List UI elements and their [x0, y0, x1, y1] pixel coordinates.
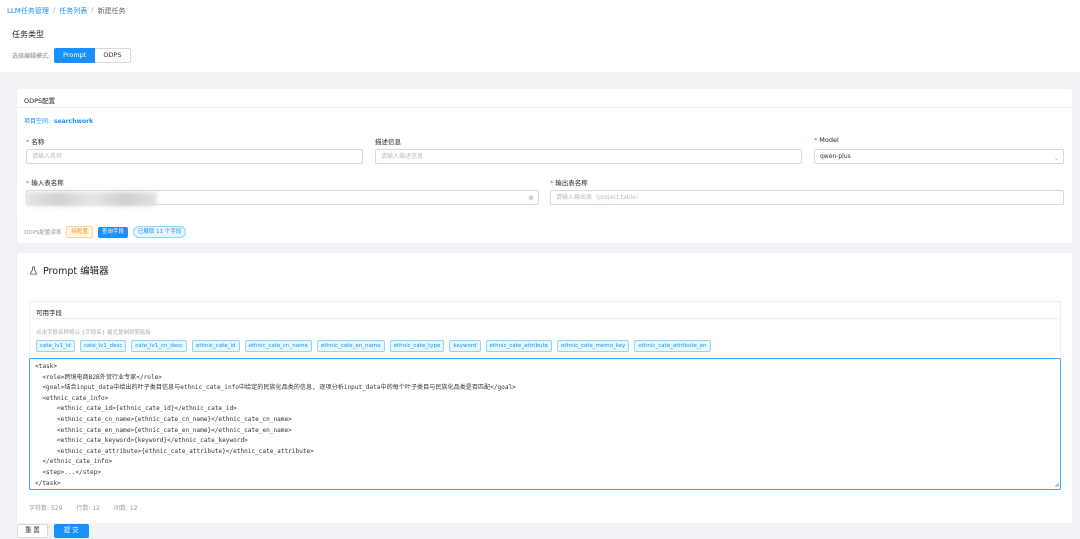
odps-config-card: ODPS配置 项目空间: searchwork * 名称 请输入名称 描述信息 请输… [17, 89, 1072, 243]
header-panel: LLM任务管理 / 任务列表 / 新建任务 任务类型 选择编辑模式: Promp… [0, 0, 1080, 72]
description-input[interactable]: 请输入描述信息 [375, 149, 802, 164]
field-chip-list: cate_lv1_id cate_lv1_desc cate_lv1_cn_de… [36, 340, 711, 352]
odps-status-label: ODPS配置读表 [24, 230, 62, 236]
odps-status-row: ODPS配置读表 待配置 查询字段 已展取 11 个字段 [24, 226, 187, 238]
mode-odps-button[interactable]: ODPS [95, 48, 131, 63]
field-chip[interactable]: keyword [449, 340, 481, 352]
code-line: </ethnic_cate_info> [35, 458, 113, 466]
model-select[interactable]: qwen-plus ⌄ [814, 149, 1064, 164]
code-line: <step>...</step> [35, 468, 102, 476]
form-actions: 重 置 提 交 [17, 524, 89, 538]
model-label: * Model [814, 136, 839, 144]
status-badge: 待配置 [66, 226, 93, 238]
field-chip[interactable]: cate_lv1_desc [79, 340, 127, 352]
project-space-value: searchwork [54, 118, 94, 125]
available-fields-title: 可用字段 [36, 309, 62, 317]
project-space-label: 项目空间: [24, 118, 51, 125]
description-label: 描述信息 [375, 138, 401, 146]
chevron-down-icon: ⌄ [1053, 155, 1059, 162]
code-line: <goal>结合input_data中给出的叶子类目信息与ethnic_cate… [35, 384, 516, 392]
edit-mode-segmented: Prompt ODPS [54, 48, 131, 63]
field-chip[interactable]: ethnic_cate_cn_name [244, 340, 312, 352]
field-chip[interactable]: ethnic_cate_memo_key [557, 340, 630, 352]
output-table-input[interactable]: 请输入输出表（project.table） [550, 190, 1064, 205]
breadcrumb-task-list[interactable]: 任务列表 [59, 6, 87, 16]
char-count: 字符数: 529 [29, 505, 63, 512]
mode-prompt-button[interactable]: Prompt [54, 48, 96, 63]
code-line: <ethnic_cate_keyword>{keyword}</ethnic_c… [35, 437, 248, 445]
odps-card-title: ODPS配置 [24, 97, 56, 105]
field-chip[interactable]: cate_lv1_cn_desc [131, 340, 187, 352]
prompt-editor-title: Prompt 编辑器 [43, 266, 109, 277]
field-chip[interactable]: cate_lv1_id [36, 340, 75, 352]
code-line: <ethnic_cate_en_name>{ethnic_cate_en_nam… [35, 426, 292, 434]
divider [17, 107, 1072, 108]
name-label: * 名称 [26, 138, 45, 146]
breadcrumb-separator: / [52, 6, 56, 14]
code-line: <ethnic_cate_id>{ethnic_cate_id}</ethnic… [35, 405, 237, 413]
row-count: 间数: 12 [113, 505, 138, 512]
submit-button[interactable]: 提 交 [53, 524, 89, 538]
edit-mode-label: 选择编辑模式: [12, 53, 51, 60]
code-line: <ethnic_cate_cn_name>{ethnic_cate_cn_nam… [35, 415, 292, 423]
breadcrumb: LLM任务管理 / 任务列表 / 新建任务 [7, 6, 126, 16]
field-chip[interactable]: ethnic_cate_type [389, 340, 445, 352]
redacted-input-value [26, 192, 157, 206]
name-input[interactable]: 请输入名称 [26, 149, 363, 164]
fields-loaded-badge: 已展取 11 个字段 [132, 226, 187, 238]
prompt-editor-header: Prompt 编辑器 [29, 263, 109, 277]
code-line: <ethnic_cate_attribute>{ethnic_cate_attr… [35, 447, 314, 455]
code-line: </task> [35, 479, 61, 487]
field-chip[interactable]: ethnic_cate_en_name [316, 340, 385, 352]
code-line: <ethnic_cate_info> [35, 394, 109, 402]
divider [30, 318, 1060, 319]
field-chip[interactable]: ethnic_cate_id [191, 340, 240, 352]
breadcrumb-current: 新建任务 [97, 7, 126, 15]
prompt-editor-card: Prompt 编辑器 可用字段 点击字段名称将以 {字段名} 格式复制到剪贴板 … [17, 253, 1072, 523]
clear-icon[interactable]: ⊗ [528, 192, 534, 204]
edit-mode-row: 选择编辑模式: Prompt ODPS [12, 48, 131, 63]
reset-button[interactable]: 重 置 [17, 524, 48, 538]
line-count: 行数: 12 [76, 505, 100, 512]
input-table-label: * 输入表名称 [26, 179, 64, 187]
field-chip[interactable]: ethnic_cate_attribute [485, 340, 553, 352]
flask-icon [29, 265, 38, 275]
breadcrumb-separator: / [91, 6, 94, 14]
available-fields-hint: 点击字段名称将以 {字段名} 格式复制到剪贴板 [36, 330, 151, 336]
model-value: qwen-plus [820, 153, 851, 160]
output-table-label: * 输出表名称 [550, 179, 588, 187]
page-title: 任务类型 [12, 30, 44, 39]
editor-stats: 字符数: 529 行数: 12 间数: 12 [29, 503, 138, 512]
code-line: <role>跨境电商B2B外贸行业专家</role> [35, 373, 162, 381]
project-space: 项目空间: searchwork [24, 116, 93, 125]
query-fields-button[interactable]: 查询字段 [97, 226, 128, 238]
prompt-textarea[interactable]: <task> <role>跨境电商B2B外贸行业专家</role> <goal>… [29, 358, 1061, 490]
code-line: <task> [35, 363, 58, 370]
resize-handle-icon[interactable]: ◢ [1054, 481, 1059, 488]
breadcrumb-root[interactable]: LLM任务管理 [7, 6, 49, 16]
field-chip[interactable]: ethnic_cate_attribute_en [634, 340, 711, 352]
